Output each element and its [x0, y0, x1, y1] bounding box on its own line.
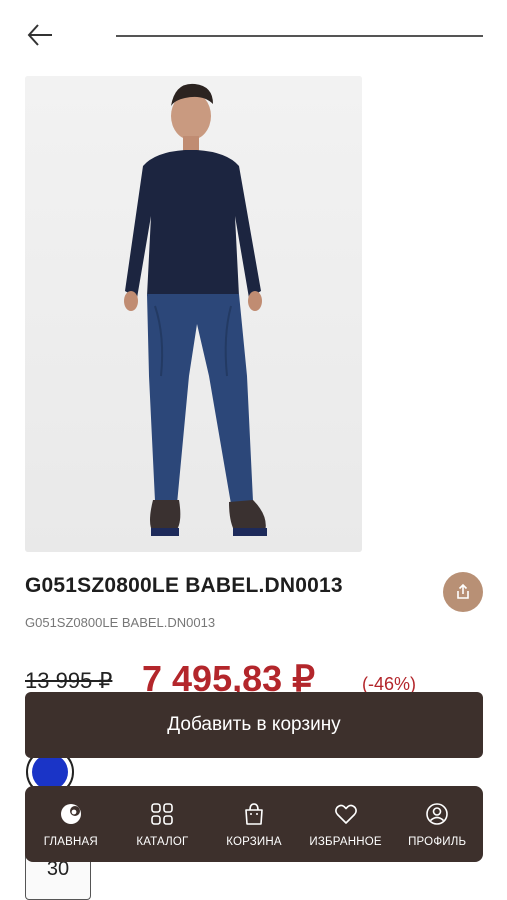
grid-icon	[151, 802, 174, 825]
nav-item-cart[interactable]: КОРЗИНА	[209, 801, 299, 848]
bag-icon	[245, 802, 263, 825]
nav-item-catalog[interactable]: КАТАЛОГ	[117, 801, 207, 848]
product-sku: G051SZ0800LE BABEL.DN0013	[25, 615, 216, 630]
add-to-cart-button[interactable]: Добавить в корзину	[25, 692, 483, 758]
product-image[interactable]	[25, 76, 362, 552]
nav-label-cart: КОРЗИНА	[226, 835, 282, 848]
profile-icon	[426, 802, 448, 825]
share-icon	[457, 583, 469, 599]
image-progress-bar	[116, 35, 483, 37]
nav-item-home[interactable]: ГЛАВНАЯ	[26, 801, 116, 848]
nav-label-favorites: ИЗБРАННОЕ	[309, 835, 382, 848]
top-bar	[0, 0, 507, 70]
product-title: G051SZ0800LE BABEL.DN0013	[25, 574, 343, 597]
old-price: 13 995 ₽	[25, 668, 113, 693]
share-button[interactable]	[443, 572, 483, 612]
nav-label-home: ГЛАВНАЯ	[43, 835, 98, 848]
nav-item-profile[interactable]: ПРОФИЛЬ	[392, 801, 482, 848]
nav-label-catalog: КАТАЛОГ	[136, 835, 189, 848]
nav-item-favorites[interactable]: ИЗБРАННОЕ	[301, 801, 391, 848]
nav-label-profile: ПРОФИЛЬ	[408, 835, 467, 848]
product-photo-illustration	[25, 76, 362, 552]
color-dot	[32, 754, 68, 790]
arrow-left-icon[interactable]	[26, 22, 54, 48]
heart-icon	[334, 804, 357, 824]
bottom-navigation: ГЛАВНАЯ КАТАЛОГ КОРЗИНА ИЗБРАННОЕ ПРОФИЛ…	[25, 786, 483, 862]
home-logo-icon	[60, 803, 81, 824]
